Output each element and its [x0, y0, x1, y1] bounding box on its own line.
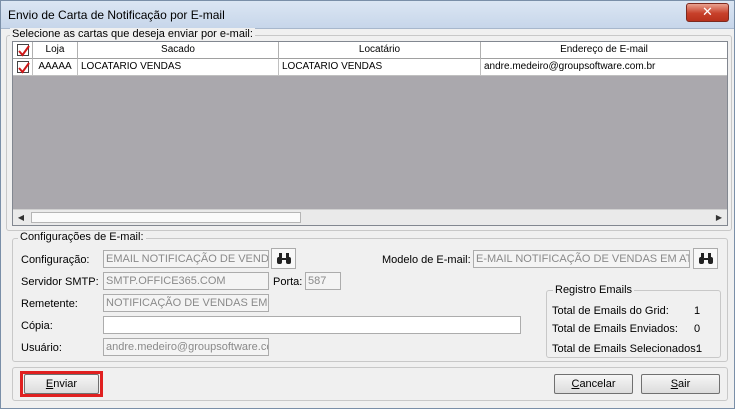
scroll-right-icon[interactable]: ▶: [711, 210, 727, 225]
remetente-label: Remetente:: [21, 298, 78, 310]
porta-field[interactable]: 587: [305, 272, 341, 290]
total-grid-label: Total de Emails do Grid:: [552, 305, 669, 317]
grid-header: Loja Sacado Locatário Endereço de E-mail: [13, 42, 727, 59]
remetente-field[interactable]: NOTIFICAÇÃO DE VENDAS EM ATR: [103, 294, 269, 312]
table-row[interactable]: AAAAA LOCATARIO VENDAS LOCATARIO VENDAS …: [13, 59, 727, 76]
binoculars-icon: [699, 253, 713, 264]
close-icon: ✕: [702, 4, 713, 19]
cell-sacado: LOCATARIO VENDAS: [78, 59, 279, 76]
copia-label: Cópia:: [21, 320, 53, 332]
total-enviados-label: Total de Emails Enviados:: [552, 323, 678, 335]
usuario-label: Usuário:: [21, 342, 62, 354]
header-sacado[interactable]: Sacado: [78, 42, 279, 59]
scroll-left-icon[interactable]: ◀: [13, 210, 29, 225]
sair-button[interactable]: Sair: [641, 374, 720, 394]
cancelar-label: ancelar: [579, 378, 616, 390]
copia-field[interactable]: [103, 316, 521, 334]
cancelar-button[interactable]: Cancelar: [554, 374, 633, 394]
row-select[interactable]: [13, 59, 33, 76]
scroll-thumb[interactable]: [31, 212, 301, 223]
selection-legend: Selecione as cartas que deseja enviar po…: [10, 28, 255, 40]
modelo-label: Modelo de E-mail:: [382, 254, 471, 266]
header-loja[interactable]: Loja: [33, 42, 78, 59]
total-enviados-value: 0: [694, 323, 701, 335]
header-email[interactable]: Endereço de E-mail: [481, 42, 727, 59]
registro-legend: Registro Emails: [553, 284, 635, 296]
modelo-search-button[interactable]: [693, 248, 718, 269]
usuario-field[interactable]: andre.medeiro@groupsoftware.cc: [103, 338, 269, 356]
check-icon: [17, 62, 30, 74]
enviar-highlight: [20, 371, 103, 397]
close-button[interactable]: ✕: [686, 3, 729, 22]
header-select-all[interactable]: [13, 42, 33, 59]
smtp-label: Servidor SMTP:: [21, 276, 99, 288]
cell-email: andre.medeiro@groupsoftware.com.br: [484, 61, 656, 72]
window-title: Envio de Carta de Notificação por E-mail: [8, 8, 225, 22]
dialog-window: Envio de Carta de Notificação por E-mail…: [0, 0, 735, 409]
modelo-field[interactable]: E-MAIL NOTIFICAÇÃO DE VENDAS EM ATRA: [473, 250, 690, 268]
select-all-checkbox[interactable]: [16, 44, 30, 57]
total-selecionados-label: Total de Emails Selecionados:: [552, 343, 699, 355]
horizontal-scrollbar[interactable]: ◀ ▶: [13, 209, 727, 225]
total-selecionados-value: 1: [696, 343, 703, 355]
header-locatario[interactable]: Locatário: [279, 42, 481, 59]
cell-loja: AAAAA: [33, 59, 78, 76]
config-legend: Configurações de E-mail:: [18, 231, 146, 243]
cell-locatario: LOCATARIO VENDAS: [279, 59, 481, 76]
total-grid-value: 1: [694, 305, 701, 317]
porta-label: Porta:: [273, 276, 303, 288]
sair-label: air: [678, 378, 691, 390]
configuracao-search-button[interactable]: [271, 248, 296, 269]
title-bar: Envio de Carta de Notificação por E-mail…: [1, 1, 734, 29]
check-icon: [17, 45, 30, 57]
sair-mnemonic: S: [670, 378, 679, 390]
binoculars-icon: [277, 253, 291, 264]
configuracao-label: Configuração:: [21, 254, 90, 266]
smtp-field[interactable]: SMTP.OFFICE365.COM: [103, 272, 269, 290]
configuracao-field[interactable]: EMAIL NOTIFICAÇÃO DE VENDA: [103, 250, 269, 268]
row-checkbox[interactable]: [16, 61, 30, 74]
letters-grid: Loja Sacado Locatário Endereço de E-mail…: [12, 41, 728, 226]
